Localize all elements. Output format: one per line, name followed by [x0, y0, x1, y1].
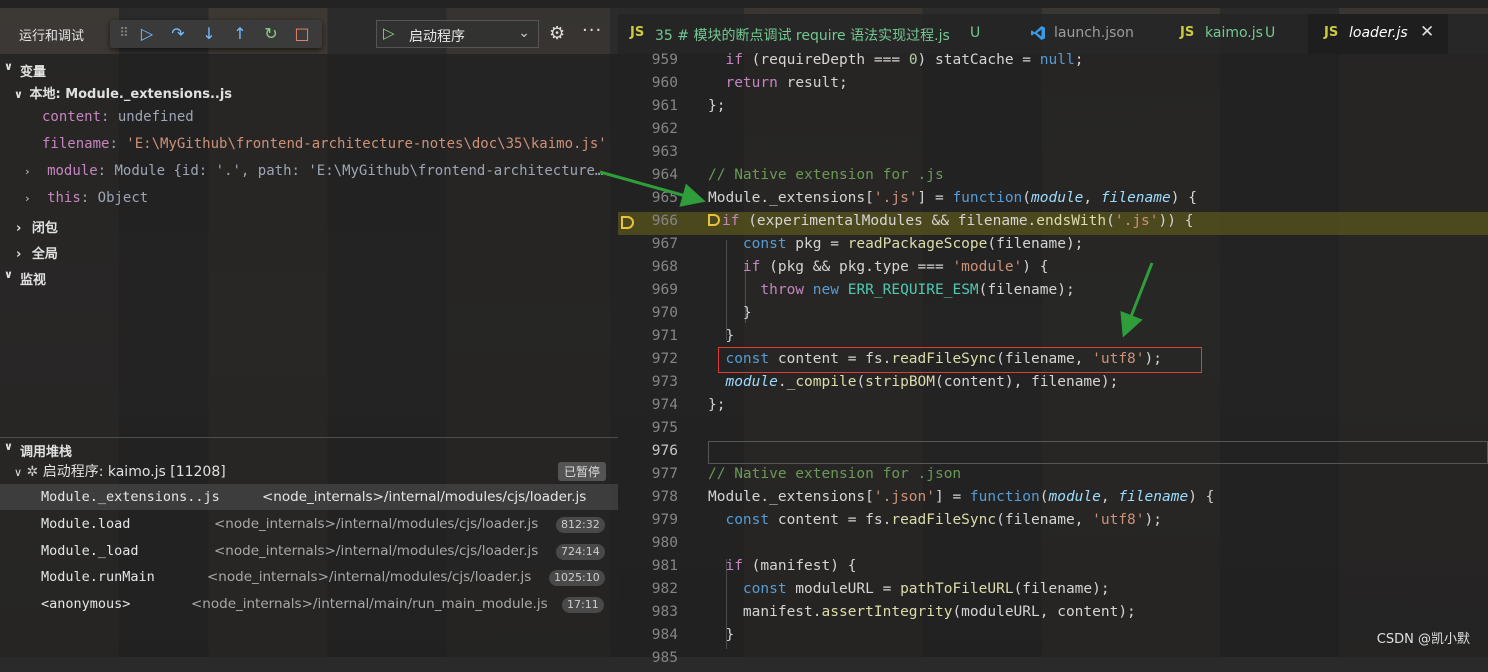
step-into-icon[interactable]: ↓: [199, 24, 219, 44]
paused-badge: 已暂停: [558, 462, 607, 481]
tab-loader-js[interactable]: JS loader.js ✕: [1308, 14, 1448, 54]
tab-debug-notes[interactable]: JS 35 # 模块的断点调试 require 语法实现过程.js U: [618, 14, 1008, 54]
current-execution-line: 966 if (experimentalModules && filename.…: [618, 212, 1488, 235]
continue-icon[interactable]: ▷: [137, 24, 157, 44]
watermark: CSDN @凯小默: [1376, 632, 1470, 647]
tab-kaimo-js[interactable]: JS kaimo.js U: [1168, 14, 1308, 54]
chevron-down-icon: ⌄: [518, 25, 530, 41]
debug-controls: ⠿ ▷ ↷ ↓ ↑ ↻ □: [110, 20, 322, 48]
view-title: 运行和调试: [19, 29, 85, 44]
js-file-icon: JS: [1180, 25, 1195, 40]
variable-content[interactable]: content: undefined: [42, 109, 194, 133]
launch-config-select[interactable]: ▷ 启动程序 ⌄: [376, 20, 539, 48]
gear-icon[interactable]: ⚙: [549, 23, 565, 44]
chevron-down-icon: ∨: [14, 466, 23, 479]
paused-pointer-icon: [708, 214, 720, 226]
position-badge: 17:11: [562, 597, 604, 613]
stack-frame[interactable]: <anonymous> <node_internals>/internal/ma…: [0, 591, 618, 617]
chevron-down-icon: ∨: [4, 440, 13, 453]
variable-this[interactable]: › this: Object: [24, 190, 148, 214]
variable-module[interactable]: › module: Module {id: '.', path: 'E:\MyG…: [24, 163, 603, 187]
vscode-icon: [1031, 26, 1045, 40]
variable-filename[interactable]: filename: 'E:\MyGithub\frontend-architec…: [42, 136, 607, 160]
drag-handle-icon[interactable]: ⠿: [114, 24, 134, 44]
position-badge: 1025:10: [549, 570, 605, 586]
position-badge: 724:14: [556, 544, 605, 560]
stack-frame[interactable]: Module._extensions..js <node_internals>/…: [0, 484, 618, 510]
chevron-right-icon: ›: [24, 192, 31, 205]
global-scope[interactable]: › 全局: [16, 243, 58, 267]
chevron-down-icon: ∨: [4, 268, 13, 281]
chevron-down-icon: ∨: [14, 88, 23, 101]
highlight-box: [718, 347, 1202, 373]
close-icon[interactable]: ✕: [1420, 22, 1434, 42]
watch-section-header[interactable]: ∨ 监视: [0, 266, 618, 288]
launch-config-label: 启动程序: [409, 29, 465, 45]
untracked-badge: U: [1265, 25, 1276, 41]
debug-session[interactable]: ∨ ✲ 启动程序: kaimo.js [11208]: [14, 461, 614, 485]
debug-sidebar: ∨ 变量 ∨ 本地: Module._extensions..js conten…: [0, 54, 618, 657]
variables-section-header[interactable]: ∨ 变量: [0, 58, 618, 80]
more-actions-icon[interactable]: ···: [582, 20, 602, 41]
code-editor[interactable]: 959 if (requireDepth === 0) statCache = …: [618, 52, 1488, 666]
step-out-icon[interactable]: ↑: [230, 24, 250, 44]
editor-tabs: JS 35 # 模块的断点调试 require 语法实现过程.js U laun…: [618, 14, 1488, 54]
stack-frame[interactable]: Module.runMain <node_internals>/internal…: [0, 564, 618, 590]
chevron-right-icon: ›: [16, 221, 22, 236]
debug-toolbar-row: 运行和调试 ⠿ ▷ ↷ ↓ ↑ ↻ □ ▷ 启动程序 ⌄ ⚙ ···: [0, 14, 618, 54]
position-badge: 812:32: [556, 517, 605, 533]
chevron-right-icon: ›: [24, 165, 31, 178]
js-file-icon: JS: [1324, 25, 1339, 40]
stop-icon[interactable]: □: [292, 24, 312, 44]
step-over-icon[interactable]: ↷: [168, 24, 188, 44]
restart-icon[interactable]: ↻: [261, 24, 281, 44]
js-file-icon: JS: [630, 25, 645, 40]
start-debug-icon[interactable]: ▷: [383, 24, 395, 42]
chevron-down-icon: ∨: [4, 60, 13, 73]
callstack-section-header[interactable]: ∨ 调用堆栈: [0, 437, 618, 460]
local-scope[interactable]: ∨ 本地: Module._extensions..js: [14, 83, 232, 107]
stack-frame[interactable]: Module._load <node_internals>/internal/m…: [0, 538, 618, 564]
tab-launch-json[interactable]: launch.json: [1018, 14, 1163, 54]
untracked-badge: U: [970, 25, 981, 41]
chevron-right-icon: ›: [16, 247, 22, 262]
closure-scope[interactable]: › 闭包: [16, 217, 58, 241]
stack-frame[interactable]: Module.load <node_internals>/internal/mo…: [0, 511, 618, 537]
menu-bar: [0, 0, 1488, 8]
bug-icon: ✲: [26, 464, 39, 480]
